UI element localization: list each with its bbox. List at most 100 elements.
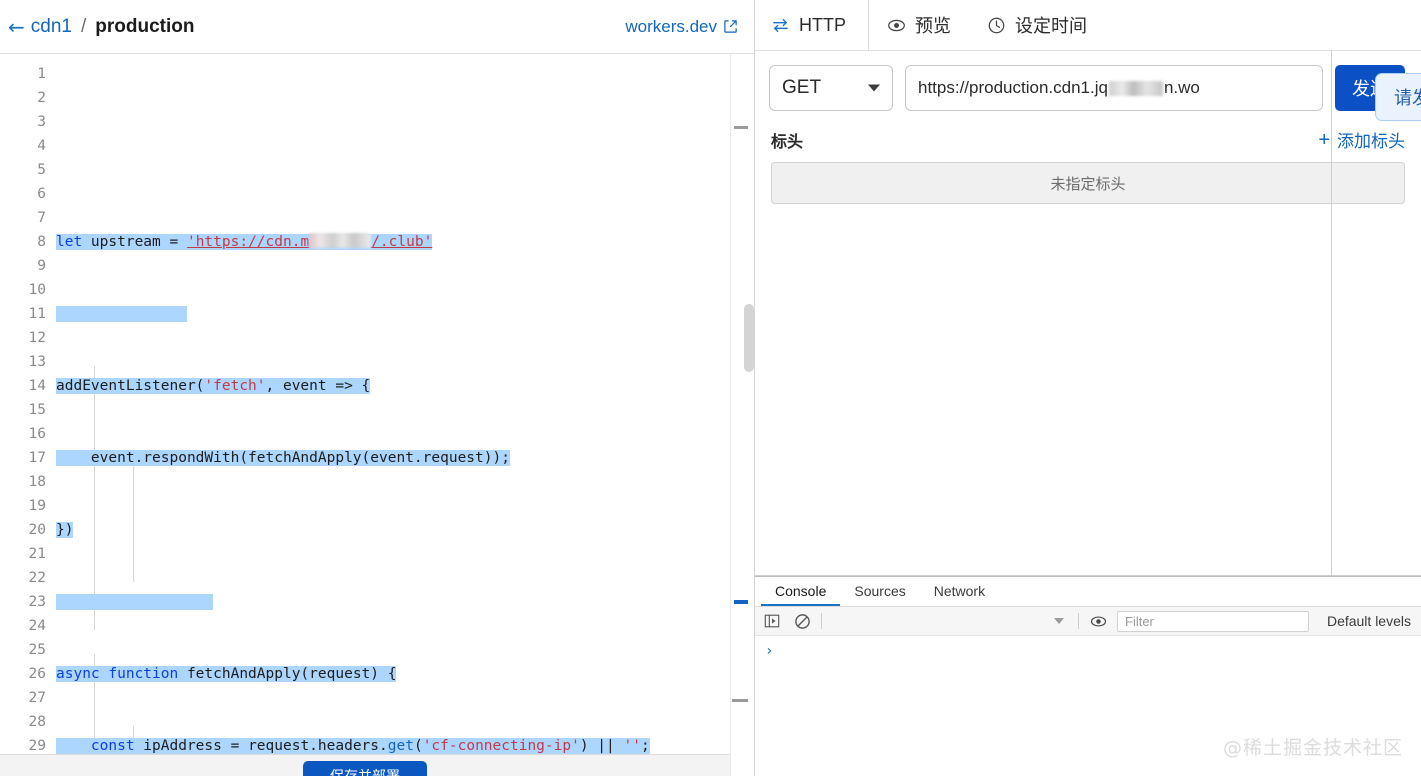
line-number: 8 xyxy=(0,230,46,254)
line-number: 12 xyxy=(0,326,46,350)
editor-header: ← cdn1 / production workers.dev xyxy=(0,0,754,54)
clock-icon xyxy=(987,16,1006,35)
line-number: 21 xyxy=(0,542,46,566)
tester-tab-row: HTTP 预览 设定时间 xyxy=(755,0,1421,51)
line-number: 23 xyxy=(0,590,46,614)
code-line: event.respondWith(fetchAndApply(event.re… xyxy=(56,446,754,470)
pane-divider xyxy=(1331,51,1332,575)
http-method-value: GET xyxy=(782,77,821,99)
save-deploy-button[interactable]: 保存并部署 xyxy=(303,761,427,776)
breadcrumb-root-link[interactable]: cdn1 xyxy=(31,16,72,38)
line-number: 19 xyxy=(0,494,46,518)
code-line: addEventListener('fetch', event => { xyxy=(56,374,754,398)
devtools-tab-sources[interactable]: Sources xyxy=(840,577,919,606)
tab-preview-label: 预览 xyxy=(915,12,951,38)
line-number: 11 xyxy=(0,302,46,326)
line-number: 5 xyxy=(0,158,46,182)
line-number: 9 xyxy=(0,254,46,278)
code-content[interactable]: let upstream = 'https://cdn.m/.club' add… xyxy=(56,54,754,776)
code-line: let upstream = 'https://cdn.m/.club' xyxy=(56,230,754,254)
console-filter-input[interactable]: Filter xyxy=(1117,611,1309,632)
line-number: 20 xyxy=(0,518,46,542)
editor-footer: 保存并部署 xyxy=(0,754,730,776)
chevron-down-icon xyxy=(1054,618,1064,624)
no-headers-placeholder: 未指定标头 xyxy=(771,162,1405,204)
console-prompt-caret: › xyxy=(765,643,773,659)
external-link-icon xyxy=(723,19,738,34)
code-line: async function fetchAndApply(request) { xyxy=(56,662,754,686)
redacted-block xyxy=(309,233,371,248)
line-number: 1 xyxy=(0,62,46,86)
code-editor[interactable]: 1234567891011121314151617181920212223242… xyxy=(0,54,754,776)
line-number: 26 xyxy=(0,662,46,686)
line-number: 17 xyxy=(0,446,46,470)
request-tester-pane: HTTP 预览 设定时间 xyxy=(755,0,1421,776)
tab-http-label: HTTP xyxy=(799,15,846,36)
console-output[interactable]: › xyxy=(755,636,1421,776)
eye-icon xyxy=(887,16,906,35)
eye-icon[interactable] xyxy=(1087,610,1109,632)
breadcrumb-current: production xyxy=(95,16,194,38)
line-number: 27 xyxy=(0,686,46,710)
line-number: 4 xyxy=(0,134,46,158)
console-sidebar-icon[interactable] xyxy=(761,610,783,632)
workers-dev-link[interactable]: workers.dev xyxy=(625,17,738,37)
line-number: 24 xyxy=(0,614,46,638)
line-number: 16 xyxy=(0,422,46,446)
line-number: 25 xyxy=(0,638,46,662)
headers-row: 标头 + 添加标头 xyxy=(755,121,1421,156)
log-levels-select[interactable]: Default levels xyxy=(1317,613,1415,629)
line-number: 22 xyxy=(0,566,46,590)
back-arrow-icon[interactable]: ← xyxy=(8,17,25,37)
devtools-tab-network[interactable]: Network xyxy=(920,577,999,606)
line-number: 2 xyxy=(0,86,46,110)
toolbar-divider xyxy=(821,613,822,629)
devtools-tab-row: Console Sources Network xyxy=(755,577,1421,607)
headers-section-label: 标头 xyxy=(771,128,803,152)
console-toolbar: Filter Default levels xyxy=(755,607,1421,636)
request-url-input[interactable]: https://production.cdn1.jq n.wo xyxy=(905,65,1323,111)
editor-scrollbar-thumb[interactable] xyxy=(744,304,754,372)
add-header-label: 添加标头 xyxy=(1337,127,1405,152)
tab-set-time-label: 设定时间 xyxy=(1015,12,1087,38)
line-number: 10 xyxy=(0,278,46,302)
tab-http[interactable]: HTTP xyxy=(755,0,869,51)
request-url-prefix: https://production.cdn1.jq xyxy=(918,78,1108,98)
line-number: 7 xyxy=(0,206,46,230)
devtools-tab-console[interactable]: Console xyxy=(761,577,840,606)
tab-preview[interactable]: 预览 xyxy=(869,0,969,51)
toolbar-divider xyxy=(1078,613,1079,629)
execution-context-select[interactable] xyxy=(830,611,1070,631)
rail-mark xyxy=(734,600,748,604)
request-url-suffix: n.wo xyxy=(1164,78,1200,98)
http-method-select[interactable]: GET xyxy=(769,65,893,111)
line-number: 14 xyxy=(0,374,46,398)
swap-arrows-icon xyxy=(771,16,790,35)
request-row: GET https://production.cdn1.jqn.wo 发送 xyxy=(755,51,1421,121)
rail-mark xyxy=(734,126,748,129)
code-line xyxy=(56,590,754,614)
chevron-down-icon xyxy=(868,85,880,92)
line-number: 28 xyxy=(0,710,46,734)
clear-console-icon[interactable] xyxy=(791,610,813,632)
tab-set-time[interactable]: 设定时间 xyxy=(969,0,1105,51)
code-line: }) xyxy=(56,518,754,542)
line-number: 3 xyxy=(0,110,46,134)
line-number: 13 xyxy=(0,350,46,374)
line-number: 15 xyxy=(0,398,46,422)
line-number-gutter: 1234567891011121314151617181920212223242… xyxy=(0,54,56,776)
plus-icon: + xyxy=(1318,130,1330,150)
redacted-block xyxy=(1109,81,1163,96)
editor-overview-rail[interactable] xyxy=(730,54,754,776)
response-placeholder-card: 请发送请求 xyxy=(1375,73,1421,121)
rail-mark xyxy=(732,699,748,702)
tester-top: HTTP 预览 设定时间 xyxy=(755,0,1421,576)
breadcrumb-separator: / xyxy=(81,16,86,38)
line-number: 18 xyxy=(0,470,46,494)
workers-dev-label: workers.dev xyxy=(625,17,717,37)
line-number: 6 xyxy=(0,182,46,206)
worker-editor-pane: ← cdn1 / production workers.dev 12345678… xyxy=(0,0,755,776)
devtools-panel: Console Sources Network xyxy=(755,576,1421,776)
code-line xyxy=(56,302,754,326)
app-root: ← cdn1 / production workers.dev 12345678… xyxy=(0,0,1421,776)
